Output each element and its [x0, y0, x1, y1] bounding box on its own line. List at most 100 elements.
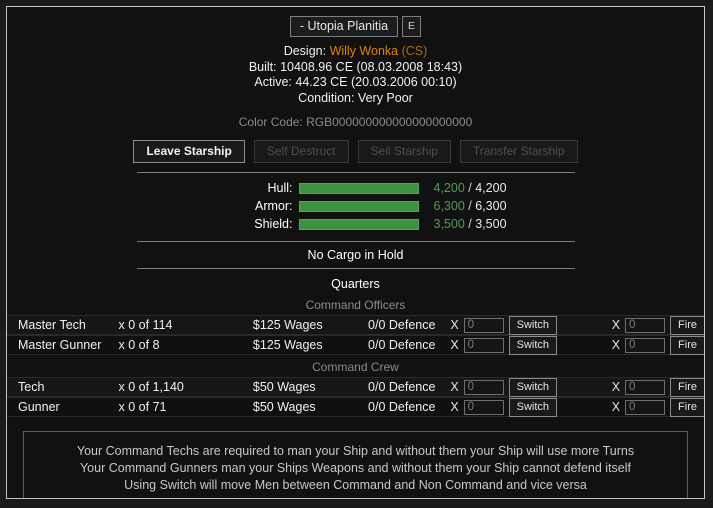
design-label: Design: [283, 44, 327, 58]
crew-count: x 0 of 1,140 [118, 380, 184, 394]
switch-button[interactable]: Switch [508, 377, 558, 397]
armor-bar-track [298, 200, 419, 212]
hull-label: Hull: [267, 181, 293, 195]
group-heading-command-officers: Command Officers [305, 298, 406, 312]
fire-button[interactable]: Fire [670, 377, 704, 397]
switch-quantity-input[interactable] [463, 399, 504, 415]
ship-name-field[interactable]: - Utopia Planitia [289, 16, 398, 37]
design-name[interactable]: Willy Wonka [330, 44, 399, 58]
fire-quantity-input[interactable] [625, 317, 666, 333]
fire-multiplier-icon: X [611, 400, 621, 414]
switch-button[interactable]: Switch [508, 315, 558, 335]
armor-bar-fill [298, 200, 419, 212]
stat-row-shield: Shield: 3,500 / 3,500 [137, 216, 575, 232]
shield-current: 3,500 [433, 217, 465, 231]
table-row: Master Gunner x 0 of 8 $125 Wages 0/0 De… [7, 335, 704, 355]
quarters-heading: Quarters [331, 277, 380, 291]
ship-stats: Hull: 4,200 / 4,200 Armor: 6,300 / 6,300… [137, 180, 575, 232]
switch-quantity-input[interactable] [463, 317, 504, 333]
crew-count: x 0 of 8 [118, 338, 160, 352]
design-tag[interactable]: (CS) [402, 44, 428, 58]
cargo-status: No Cargo in Hold [307, 248, 404, 262]
design-line: Design: Willy Wonka (CS) [7, 44, 704, 60]
crew-wages: $125 Wages [252, 338, 323, 352]
crew-defence: 0/0 Defence [368, 400, 436, 414]
leave-starship-button[interactable]: Leave Starship [133, 140, 245, 163]
switch-quantity-input[interactable] [463, 379, 504, 395]
fire-button[interactable]: Fire [670, 397, 704, 417]
crew-count: x 0 of 114 [118, 318, 173, 332]
group-heading-command-crew: Command Crew [312, 360, 399, 374]
command-officers-table: Master Tech x 0 of 114 $125 Wages 0/0 De… [7, 315, 704, 355]
crew-name: Gunner [18, 400, 60, 414]
armor-max: 6,300 [475, 199, 507, 213]
shield-separator: / [468, 217, 472, 231]
crew-wages: $50 Wages [252, 380, 316, 394]
armor-current: 6,300 [433, 199, 465, 213]
fire-button[interactable]: Fire [670, 335, 704, 355]
fire-button[interactable]: Fire [670, 315, 704, 335]
hull-max: 4,200 [475, 181, 507, 195]
switch-multiplier-icon: X [450, 318, 459, 332]
switch-multiplier-icon: X [450, 380, 459, 394]
color-code-line: Color Code: RGB000000000000000000000 [238, 115, 473, 129]
condition-line: Condition: Very Poor [298, 90, 413, 105]
crew-switch-group: X Switch [450, 315, 573, 335]
table-row: Tech x 0 of 1,140 $50 Wages 0/0 Defence … [7, 377, 704, 397]
armor-separator: / [468, 199, 472, 213]
armor-label: Armor: [255, 199, 293, 213]
ship-info-lines: Design: Willy Wonka (CS) Built: 10408.96… [7, 44, 704, 106]
ship-header: - Utopia Planitia E Design: Willy Wonka … [7, 7, 704, 163]
hull-current: 4,200 [433, 181, 465, 195]
ship-action-buttons: Leave Starship Self Destruct Sell Starsh… [7, 140, 704, 163]
fire-multiplier-icon: X [611, 338, 621, 352]
shield-bar-fill [298, 218, 419, 230]
shield-max: 3,500 [475, 217, 507, 231]
starship-panel: - Utopia Planitia E Design: Willy Wonka … [6, 6, 705, 499]
switch-multiplier-icon: X [450, 338, 459, 352]
hull-bar-track [298, 182, 419, 194]
crew-defence: 0/0 Defence [368, 380, 436, 394]
command-crew-table: Tech x 0 of 1,140 $50 Wages 0/0 Defence … [7, 377, 704, 417]
fire-quantity-input[interactable] [625, 337, 666, 353]
hull-separator: / [468, 181, 472, 195]
hull-values: 4,200 / 4,200 [419, 181, 507, 195]
self-destruct-button: Self Destruct [253, 140, 349, 163]
switch-button[interactable]: Switch [508, 335, 558, 355]
crew-switch-group: X Switch [450, 377, 573, 397]
crew-wages: $50 Wages [252, 400, 316, 414]
stat-row-armor: Armor: 6,300 / 6,300 [137, 198, 575, 214]
switch-multiplier-icon: X [450, 400, 459, 414]
active-line: Active: 44.23 CE (20.03.2006 00:10) [254, 75, 457, 89]
crew-fire-group: X Fire [574, 315, 704, 335]
edit-name-button[interactable]: E [401, 16, 421, 37]
help-note-line: Your Command Gunners man your Ships Weap… [79, 461, 631, 475]
fire-quantity-input[interactable] [625, 379, 666, 395]
crew-count: x 0 of 71 [118, 400, 167, 414]
crew-defence: 0/0 Defence [368, 318, 436, 332]
shield-values: 3,500 / 3,500 [419, 217, 507, 231]
crew-name: Master Tech [18, 318, 86, 332]
crew-fire-group: X Fire [574, 377, 704, 397]
switch-quantity-input[interactable] [463, 337, 504, 353]
divider-above-stats [136, 172, 575, 173]
crew-defence: 0/0 Defence [368, 338, 436, 352]
crew-switch-group: X Switch [450, 397, 573, 417]
transfer-starship-button: Transfer Starship [459, 140, 578, 163]
crew-name: Master Gunner [18, 338, 102, 352]
switch-button[interactable]: Switch [508, 397, 558, 417]
ship-name-row: - Utopia Planitia E [7, 16, 704, 37]
help-note-line: Using Switch will move Men between Comma… [124, 478, 587, 492]
crew-wages: $125 Wages [252, 318, 323, 332]
shield-label: Shield: [254, 217, 293, 231]
stat-row-hull: Hull: 4,200 / 4,200 [137, 180, 575, 196]
crew-fire-group: X Fire [574, 397, 704, 417]
hull-bar-fill [298, 182, 419, 194]
fire-multiplier-icon: X [611, 380, 621, 394]
fire-quantity-input[interactable] [625, 399, 666, 415]
fire-multiplier-icon: X [611, 318, 621, 332]
sell-starship-button: Sell Starship [357, 140, 451, 163]
crew-name: Tech [18, 380, 45, 394]
built-line: Built: 10408.96 CE (08.03.2008 18:43) [248, 59, 463, 74]
crew-fire-group: X Fire [574, 335, 704, 355]
